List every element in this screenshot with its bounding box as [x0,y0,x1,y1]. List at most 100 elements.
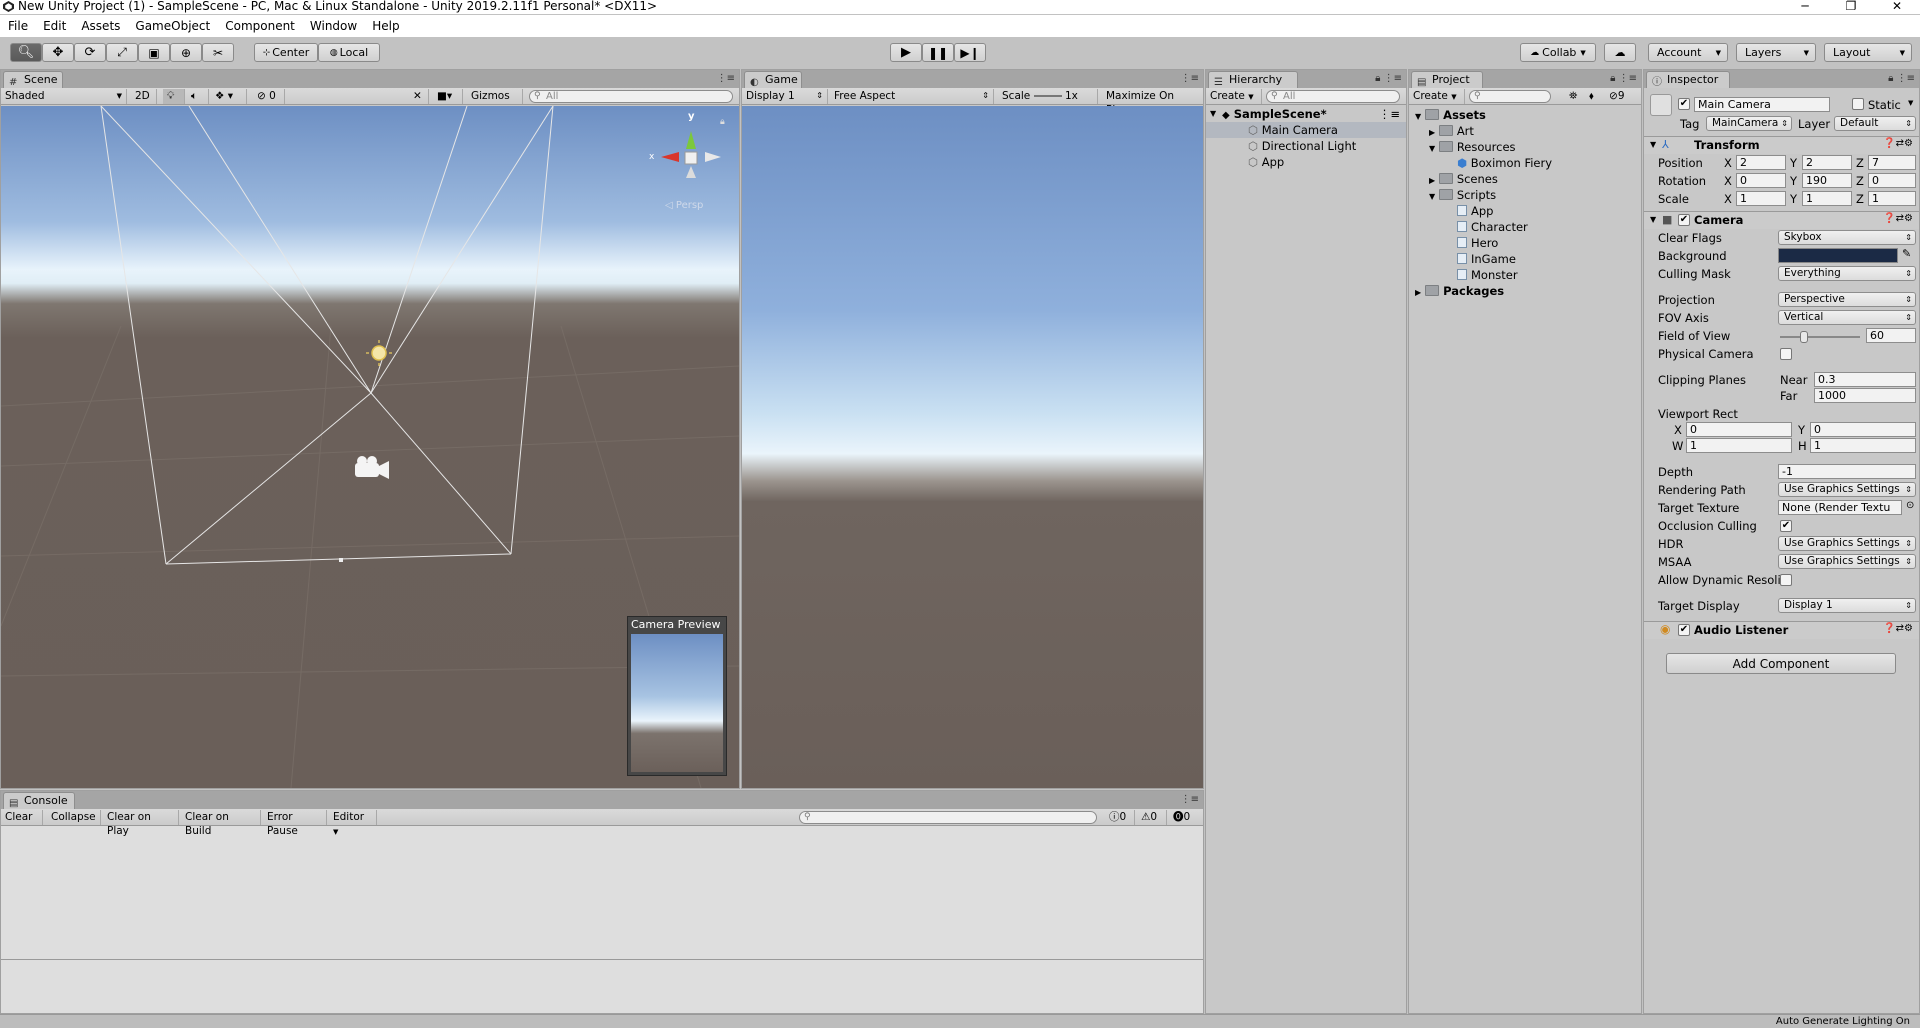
lighting-toggle[interactable]: 💡︎ [163,89,185,104]
layers-dropdown[interactable]: Layers ▼ [1736,43,1816,62]
tab-project[interactable]: ▤ Project [1411,71,1483,88]
lock-menu-icon[interactable]: 🔒︎ ⋮≡ [1888,73,1915,84]
scale-tool-button[interactable]: ⤢ [106,43,138,62]
project-script-character[interactable]: Character [1409,219,1528,235]
object-picker-icon[interactable]: ⊙ [1906,500,1914,511]
hierarchy-search-input[interactable]: ⚲ All [1266,90,1400,103]
tab-inspector[interactable]: ⓘ Inspector [1646,71,1730,88]
pivot-local-button[interactable]: ◍ Local [318,43,380,62]
occlusion-culling-checkbox[interactable]: ✔ [1780,520,1792,532]
perspective-label[interactable]: ◁ Persp [665,200,703,211]
fold-arrow-icon[interactable]: ▼ [1650,215,1656,224]
minimize-button[interactable]: ─ [1782,0,1828,14]
hdr-dropdown[interactable]: Use Graphics Settings [1778,536,1916,551]
project-script-monster[interactable]: Monster [1409,267,1518,283]
rect-tool-button[interactable]: ▣ [138,43,170,62]
effects-dropdown[interactable]: ❖ ▾ [211,89,247,104]
project-folder-scripts[interactable]: ▼ Scripts [1409,187,1496,203]
expand-arrow-icon[interactable]: ▼ [1429,192,1435,201]
scale-slider[interactable]: Scale 1x [998,89,1098,104]
clear-on-build-toggle[interactable]: Clear on Build [181,810,261,837]
project-asset-boximon[interactable]: ⬢ Boximon Fiery [1409,155,1552,171]
scale-x-field[interactable]: 1 [1736,191,1786,206]
pivot-center-button[interactable]: ⊹ Center [254,43,318,62]
tab-hierarchy[interactable]: ☰ Hierarchy [1208,71,1298,88]
move-tool-button[interactable]: ✥ [42,43,74,62]
viewport-y-field[interactable]: 0 [1810,422,1916,437]
panel-menu-icon[interactable]: ⋮≡ [1181,794,1199,805]
project-search-input[interactable]: ⚲ [1469,90,1551,103]
rotation-x-field[interactable]: 0 [1736,173,1786,188]
static-dropdown-icon[interactable]: ▼ [1908,99,1913,107]
tab-game[interactable]: ◐ Game [744,71,802,88]
project-folder-assets[interactable]: ▼ Assets [1409,107,1486,123]
lock-menu-icon[interactable]: 🔒︎ ⋮≡ [1610,73,1637,84]
target-display-dropdown[interactable]: Display 1 [1778,598,1916,613]
msaa-dropdown[interactable]: Use Graphics Settings [1778,554,1916,569]
maximize-on-play-toggle[interactable]: Maximize On Play [1102,89,1202,116]
camera-component-header[interactable]: ▼ ■ ✔ Camera ❓⇄⚙ [1644,211,1919,229]
rendering-path-dropdown[interactable]: Use Graphics Settings [1778,482,1916,497]
fov-axis-dropdown[interactable]: Vertical [1778,310,1916,325]
expand-arrow-icon[interactable]: ▼ [1429,144,1435,153]
filter-type-button[interactable]: ⛯ [1565,89,1585,104]
fold-arrow-icon[interactable]: ▼ [1650,140,1656,149]
audio-listener-enabled-checkbox[interactable]: ✔ [1678,624,1690,636]
position-y-field[interactable]: 2 [1802,155,1852,170]
culling-mask-dropdown[interactable]: Everything [1778,266,1916,281]
hierarchy-item-main-camera[interactable]: ⬡ Main Camera [1206,122,1406,138]
far-field[interactable]: 1000 [1814,388,1916,403]
component-menu-icons[interactable]: ❓⇄⚙ [1883,138,1913,149]
target-texture-field[interactable]: None (Render Textu [1778,500,1902,515]
dynamic-resolution-checkbox[interactable] [1780,574,1792,586]
fov-slider-track[interactable] [1780,336,1860,338]
collapse-arrow-icon[interactable]: ▶ [1429,128,1435,137]
hidden-objects-toggle[interactable]: ⊘ 0 [253,89,285,104]
layout-dropdown[interactable]: Layout ▼ [1824,43,1912,62]
layer-dropdown[interactable]: Default [1834,116,1916,131]
scene-viewport[interactable]: y x 🔒︎ ◁ Persp Camera Preview [1,106,739,788]
error-filter-toggle[interactable]: ⓿0 [1169,810,1201,825]
projection-dropdown[interactable]: Perspective [1778,292,1916,307]
component-menu-icons[interactable]: ❓⇄⚙ [1883,623,1913,634]
collab-dropdown[interactable]: ☁ Collab ▼ [1520,43,1596,62]
eyedropper-icon[interactable]: ✎ [1902,247,1911,260]
info-filter-toggle[interactable]: ⓘ0 [1105,810,1135,825]
depth-field[interactable]: -1 [1778,464,1916,479]
expand-arrow-icon[interactable]: ▼ [1415,112,1421,121]
camera-enabled-checkbox[interactable]: ✔ [1678,214,1690,226]
rotate-tool-button[interactable]: ⟳ [74,43,106,62]
tab-console[interactable]: ▤ Console [3,792,75,809]
project-folder-art[interactable]: ▶ Art [1409,123,1474,139]
console-splitter[interactable] [1,959,1203,960]
display-dropdown[interactable]: Display 1 ⇕ [742,89,828,104]
near-field[interactable]: 0.3 [1814,372,1916,387]
clear-flags-dropdown[interactable]: Skybox [1778,230,1916,245]
transform-component-header[interactable]: ▼ ⅄ Transform ❓⇄⚙ [1644,136,1919,154]
shading-mode-dropdown[interactable]: Shaded ▼ [1,89,127,104]
lock-menu-icon[interactable]: 🔒︎ ⋮≡ [1375,73,1402,84]
scene-search-input[interactable]: ⚲ All [529,90,733,103]
gameobject-icon[interactable] [1650,94,1672,116]
collapse-arrow-icon[interactable]: ▶ [1429,176,1435,185]
viewport-x-field[interactable]: 0 [1686,422,1792,437]
menu-assets[interactable]: Assets [73,19,127,33]
directional-light-icon[interactable] [371,345,387,361]
menu-file[interactable]: File [0,19,35,33]
project-folder-packages[interactable]: ▶ Packages [1409,283,1504,299]
rotation-y-field[interactable]: 190 [1802,173,1852,188]
project-create-dropdown[interactable]: Create ▼ [1409,89,1465,104]
maximize-button[interactable]: ❐ [1828,0,1874,14]
menu-help[interactable]: Help [364,19,406,33]
cloud-button[interactable]: ☁ [1604,43,1636,62]
collapse-toggle[interactable]: Collapse [47,810,101,825]
physical-camera-checkbox[interactable] [1780,348,1792,360]
aspect-dropdown[interactable]: Free Aspect ⇕ [830,89,994,104]
status-text[interactable]: Auto Generate Lighting On [1776,1016,1910,1027]
rotation-z-field[interactable]: 0 [1868,173,1916,188]
fov-slider-thumb[interactable] [1800,331,1808,343]
project-script-hero[interactable]: Hero [1409,235,1498,251]
menu-component[interactable]: Component [217,19,302,33]
add-component-button[interactable]: Add Component [1666,653,1896,674]
scene-root-item[interactable]: ▼ ◆ SampleScene* ⋮≡ [1206,106,1406,122]
